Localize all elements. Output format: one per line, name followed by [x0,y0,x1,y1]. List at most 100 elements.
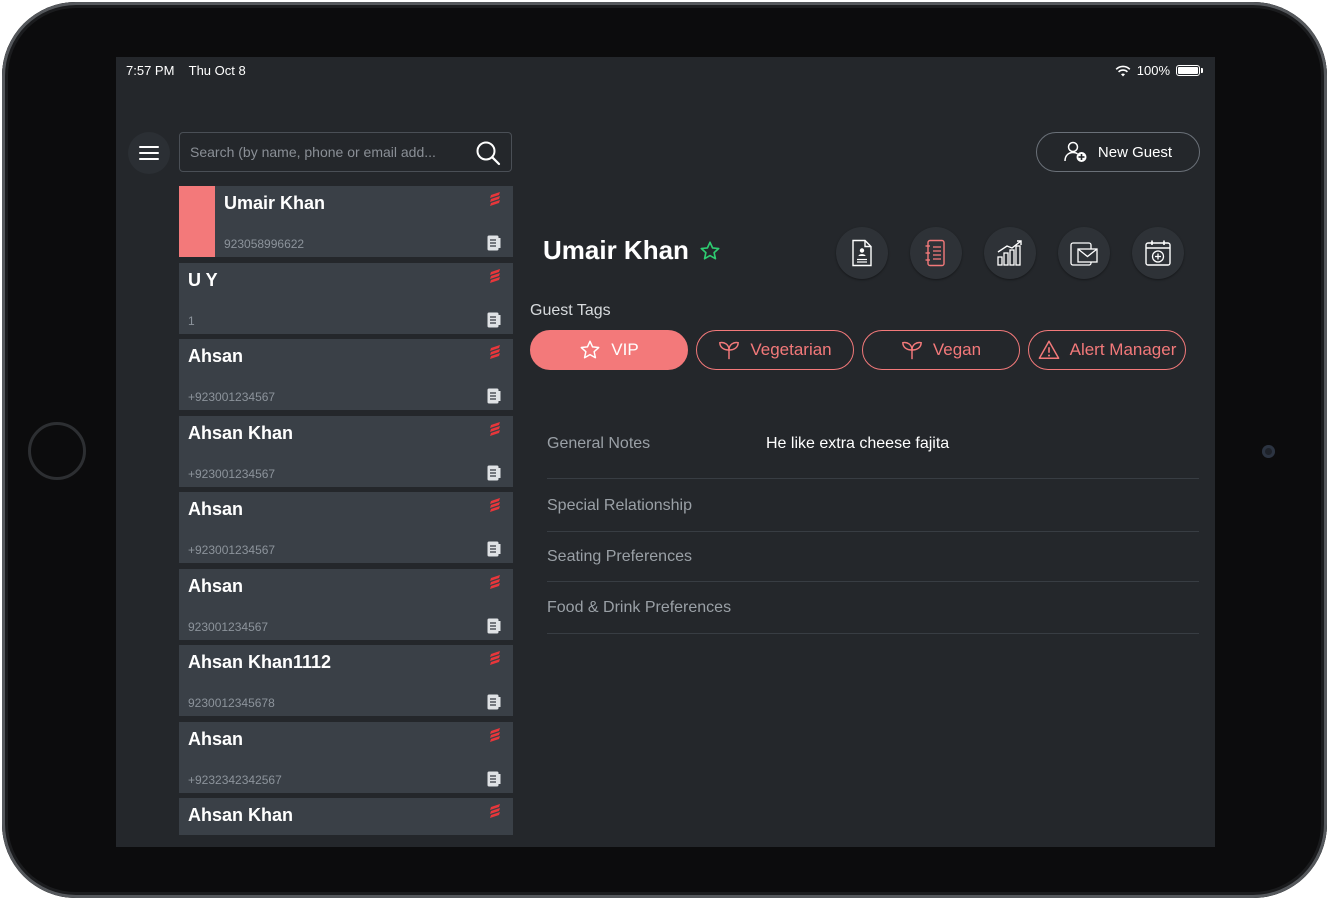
battery-tip [1201,68,1203,73]
red-flag-icon [490,727,500,742]
guest-card[interactable]: Ahsan Khan [179,798,513,835]
status-time: 7:57 PM [126,63,175,78]
selected-indicator [179,186,215,257]
guest-name: Ahsan [188,346,244,366]
add-user-icon [1064,141,1087,162]
red-flag-icon [490,345,500,359]
guest-card[interactable]: Ahsan +923001234567 [179,339,513,410]
new-guest-button[interactable]: New Guest [1036,132,1200,172]
app-screen: 7:57 PM Thu Oct 8 100% Search (by name, … [116,57,1215,847]
note-icon[interactable] [487,541,501,557]
red-flag-icon [490,574,500,589]
guest-phone: 923001234567 [188,619,269,634]
guest-name: Ahsan Khan1112 [188,652,332,672]
red-flag-icon [490,268,500,283]
search-icon[interactable] [475,140,501,166]
guest-phone: 923058996622 [224,237,305,251]
guest-list: Umair Khan 923058996622 U Y 1 Ahsan +923… [179,186,513,841]
guest-card[interactable]: U Y 1 [179,262,513,334]
notes-label: Seating Preferences [547,548,692,565]
notes-label: General Notes [547,435,651,452]
message-action-button[interactable] [1058,227,1110,279]
note-icon[interactable] [487,694,501,710]
guest-card[interactable]: Ahsan +9232342342567 [179,721,513,793]
guest-actions [836,227,1184,279]
guest-name: U Y [188,269,218,290]
hamburger-menu-button[interactable] [128,132,170,174]
camera [1262,445,1275,458]
tag-vip[interactable]: VIP [530,330,688,370]
home-button[interactable] [28,422,86,480]
red-flag-icon [490,421,500,436]
menu-line [139,146,159,148]
profile-document-icon [852,239,872,267]
notes-row-seating[interactable]: Seating Preferences [547,532,1199,582]
sprout-icon [901,341,922,360]
notes-action-button[interactable] [910,227,962,279]
guest-header: Umair Khan [543,235,721,266]
guest-name: Ahsan [188,499,244,519]
tag-vegetarian[interactable]: Vegetarian [696,330,854,370]
guest-card[interactable]: Umair Khan 923058996622 [179,186,513,257]
note-icon[interactable] [487,618,501,634]
new-guest-label: New Guest [1097,143,1173,161]
red-flag-icon [490,498,500,512]
note-icon[interactable] [487,388,501,404]
ipad-frame: 7:57 PM Thu Oct 8 100% Search (by name, … [2,2,1327,898]
guest-phone: +923001234567 [188,390,276,404]
status-bar-left: 7:57 PM Thu Oct 8 [126,63,246,78]
note-icon[interactable] [487,465,501,481]
search-input[interactable] [188,143,462,161]
tag-vegan[interactable]: Vegan [862,330,1020,370]
notes-label: Special Relationship [547,497,692,514]
notes-row-special-relationship[interactable]: Special Relationship [547,479,1199,532]
menu-line [139,158,159,160]
wifi-icon [1115,65,1131,76]
star-icon [580,340,600,359]
guest-title-name: Umair Khan [543,235,689,265]
red-flag-icon [490,651,500,665]
guest-name: Ahsan [188,728,244,749]
note-icon[interactable] [487,312,501,328]
star-outline-icon[interactable] [699,240,721,262]
tag-label: Alert Manager [1069,340,1177,359]
guest-name: Umair Khan [224,193,326,213]
guest-phone: 9230012345678 [188,696,275,710]
notes-value: He like extra cheese fajita [766,435,950,452]
guest-phone: 1 [188,313,195,328]
guest-name: Ahsan [188,575,244,596]
reservation-action-button[interactable] [1132,227,1184,279]
status-date: Thu Oct 8 [188,63,246,78]
mail-icon [1070,242,1098,266]
note-icon[interactable] [487,235,501,251]
guest-phone: +9232342342567 [188,772,282,787]
guest-card[interactable]: Ahsan Khan +923001234567 [179,415,513,487]
guest-name: Ahsan Khan [188,422,294,443]
tag-label: Vegetarian [750,340,832,359]
battery-percent: 100% [1136,63,1170,78]
search-box [179,132,512,172]
sprout-icon [719,341,740,360]
warning-icon [1038,340,1059,359]
red-flag-icon [490,192,500,206]
notebook-icon [925,239,945,267]
note-icon[interactable] [487,771,501,787]
bar-chart-icon [997,240,1022,266]
status-bar-right: 100% [1115,63,1203,78]
guest-tags-label: Guest Tags [530,302,611,319]
guest-notes: General Notes He like extra cheese fajit… [547,429,1199,634]
guest-name: Ahsan Khan [188,805,294,825]
guest-card[interactable]: Ahsan +923001234567 [179,492,513,563]
notes-row-general[interactable]: General Notes He like extra cheese fajit… [547,429,1199,479]
battery-icon [1176,65,1200,76]
guest-card[interactable]: Ahsan 923001234567 [179,568,513,640]
tag-label: Vegan [932,340,982,359]
profile-action-button[interactable] [836,227,888,279]
calendar-add-icon [1145,240,1171,266]
tag-alert-manager[interactable]: Alert Manager [1028,330,1186,370]
guest-card[interactable]: Ahsan Khan1112 9230012345678 [179,645,513,716]
menu-line [139,152,159,154]
notes-row-food-drink[interactable]: Food & Drink Preferences [547,582,1199,634]
stats-action-button[interactable] [984,227,1036,279]
guest-tags: VIP Vegetarian Vegan Alert Manager [530,330,1186,370]
